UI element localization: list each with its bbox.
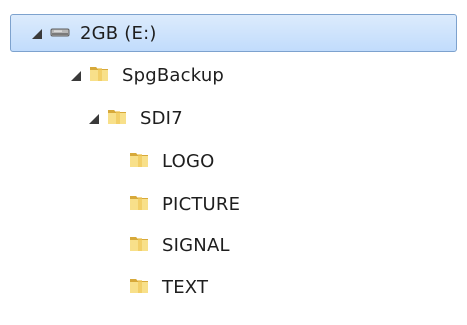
folder-icon [128, 274, 162, 301]
folder-tree: 2GB (E:) SpgBackup SDI7 LOGO PICTURE SIG… [0, 0, 467, 325]
tree-item-label: 2GB (E:) [80, 22, 157, 44]
tree-item-label: SpgBackup [122, 64, 225, 86]
tree-item-text[interactable]: TEXT [128, 268, 208, 306]
tree-item-label: TEXT [162, 276, 209, 298]
expand-triangle-icon[interactable] [29, 26, 43, 40]
tree-item-sdi7[interactable]: SDI7 [86, 99, 183, 137]
folder-icon [128, 148, 162, 175]
drive-icon [49, 20, 80, 47]
tree-item-label: SDI7 [140, 107, 183, 129]
tree-item-picture[interactable]: PICTURE [128, 185, 240, 223]
folder-icon [106, 105, 140, 132]
tree-item-label: SIGNAL [162, 234, 230, 256]
tree-item-label: LOGO [162, 150, 215, 172]
folder-icon [128, 191, 162, 218]
tree-item-spgbackup[interactable]: SpgBackup [68, 56, 224, 94]
tree-item-signal[interactable]: SIGNAL [128, 226, 230, 264]
tree-item-logo[interactable]: LOGO [128, 142, 214, 180]
folder-icon [88, 62, 122, 89]
tree-item-label: PICTURE [162, 193, 241, 215]
folder-icon [128, 232, 162, 259]
expand-triangle-icon[interactable] [86, 111, 100, 125]
tree-item-drive-e[interactable]: 2GB (E:) [10, 14, 457, 52]
expand-triangle-icon[interactable] [68, 68, 82, 82]
